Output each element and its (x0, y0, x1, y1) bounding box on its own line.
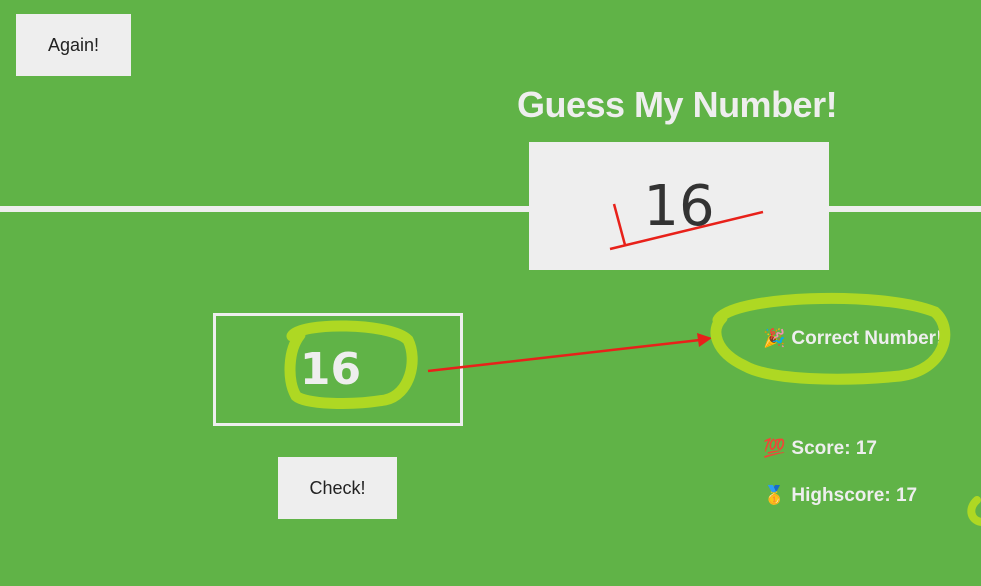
score-label: Score: 17 (791, 438, 877, 459)
divider (0, 206, 981, 212)
guess-input[interactable] (213, 313, 463, 426)
score-text: 💯 Score: 17 (763, 438, 877, 460)
message-label: Correct Number! (791, 328, 943, 349)
red-arrow-line (427, 338, 701, 373)
check-button[interactable]: Check! (278, 457, 397, 519)
page-title: Guess My Number! (517, 84, 838, 125)
secret-number-value: 16 (643, 173, 715, 239)
edge-highlight-mark (967, 496, 981, 526)
highscore-label: Highscore: 17 (791, 485, 918, 506)
again-button[interactable]: Again! (16, 14, 131, 76)
hundred-points-icon: 💯 (763, 438, 786, 458)
medal-icon: 🥇 (763, 485, 786, 505)
highscore-text: 🥇 Highscore: 17 (763, 485, 917, 507)
message-text: 🎉 Correct Number! (763, 328, 942, 350)
secret-number-display: 16 (529, 142, 829, 270)
red-arrow-head (697, 333, 712, 347)
party-popper-icon: 🎉 (763, 328, 786, 348)
